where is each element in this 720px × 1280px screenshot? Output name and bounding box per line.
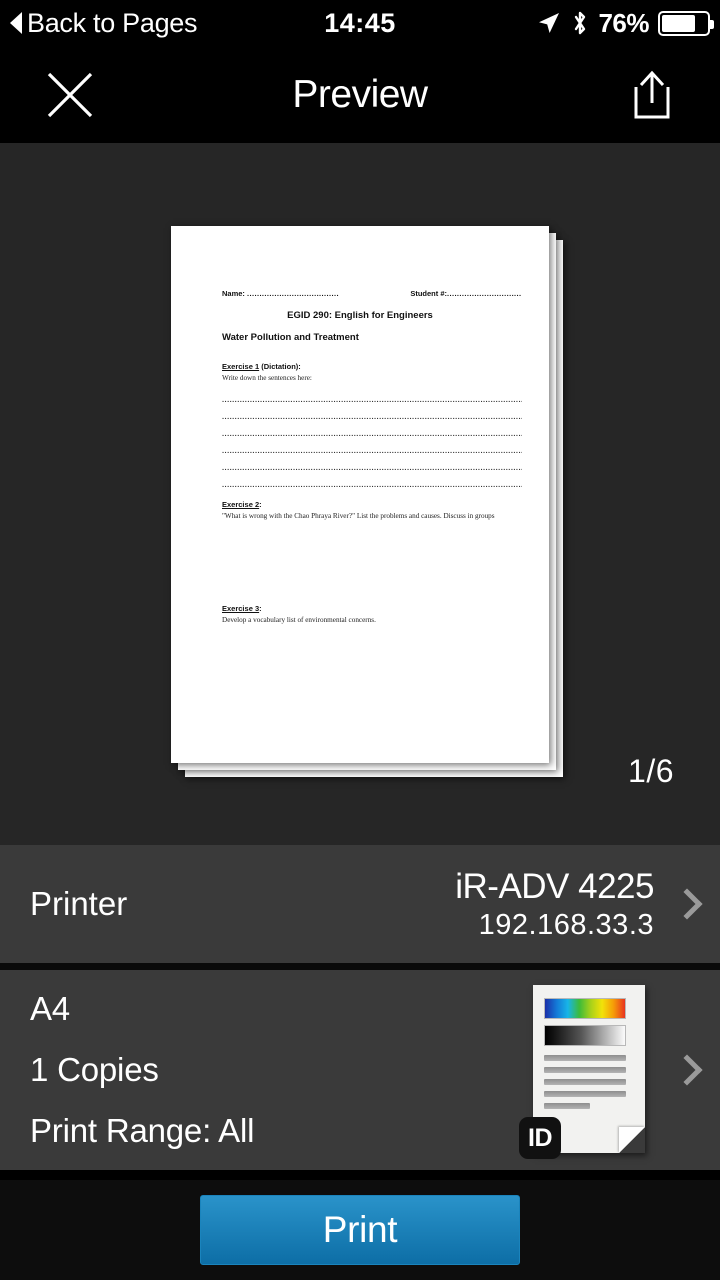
- dotted-answer-line: ........................................…: [222, 429, 522, 438]
- printer-name-value: iR-ADV 4225: [455, 866, 654, 906]
- exercise-2-heading: Exercise 2:: [222, 500, 262, 509]
- status-bar: Back to Pages 14:45 76%: [0, 0, 720, 46]
- exercise-2-body: "What is wrong with the Chao Phraya Rive…: [222, 512, 495, 520]
- exercise-3-body: Develop a vocabulary list of environment…: [222, 616, 376, 624]
- panel-divider: [0, 963, 720, 970]
- copies-value: 1 Copies: [30, 1051, 159, 1088]
- share-button[interactable]: [626, 66, 678, 124]
- chevron-right-icon: [674, 887, 694, 921]
- page-counter: 1/6: [628, 753, 674, 789]
- navigation-bar: Preview: [0, 46, 720, 143]
- student-number-field-label: Student #:..............................…: [410, 289, 522, 298]
- document-header-row: Name: ..................................…: [222, 289, 522, 298]
- thumbnail-text-line: [544, 1067, 626, 1073]
- document-content: Name: ..................................…: [171, 226, 549, 763]
- document-thumbnail: ID: [519, 985, 648, 1159]
- page-sheet-front[interactable]: Name: ..................................…: [171, 226, 549, 763]
- battery-icon: [658, 10, 714, 36]
- dotted-answer-line: ........................................…: [222, 395, 522, 404]
- thumbnail-text-lines: [544, 1055, 626, 1115]
- name-dots: ........................................: [247, 289, 340, 298]
- paper-size-value: A4: [30, 990, 70, 1027]
- page-title: Preview: [292, 72, 428, 116]
- share-upload-icon: [634, 70, 670, 118]
- print-action-bar: Print: [0, 1180, 720, 1280]
- document-topic-title: Water Pollution and Treatment: [222, 332, 359, 343]
- thumbnail-text-line: [544, 1055, 626, 1061]
- printer-row-label: Printer: [30, 885, 128, 922]
- chevron-right-icon: [674, 1053, 694, 1087]
- thumbnail-text-line: [544, 1103, 590, 1109]
- color-gradient-bar: [544, 998, 626, 1019]
- location-arrow-icon: [539, 13, 560, 33]
- document-preview-area[interactable]: Name: ..................................…: [0, 143, 720, 845]
- dotted-answer-line: ........................................…: [222, 463, 522, 472]
- dotted-answer-line: ........................................…: [222, 412, 522, 421]
- print-options-list: A4 1 Copies Print Range: All: [30, 990, 254, 1150]
- exercise-1-subtext: Write down the sentences here:: [222, 374, 312, 382]
- student-dots: ...................................: [447, 289, 522, 298]
- printer-ip-value: 192.168.33.3: [478, 908, 654, 941]
- battery-percent-label: 76%: [598, 7, 649, 38]
- print-button[interactable]: Print: [200, 1195, 520, 1265]
- exercise-3-heading: Exercise 3:: [222, 604, 262, 613]
- page-stack[interactable]: Name: ..................................…: [171, 226, 563, 777]
- print-range-value: Print Range: All: [30, 1112, 255, 1149]
- close-button[interactable]: [42, 67, 98, 123]
- printer-selection-row[interactable]: Printer iR-ADV 4225 192.168.33.3: [0, 845, 720, 963]
- thumbnail-text-line: [544, 1091, 626, 1097]
- exercise-1-heading: Exercise 1 (Dictation):: [222, 362, 301, 371]
- name-field-label: Name: ..................................…: [222, 289, 340, 298]
- back-to-pages-button[interactable]: Back to Pages: [10, 7, 198, 39]
- back-to-pages-label: Back to Pages: [27, 7, 198, 38]
- dotted-answer-line: ........................................…: [222, 446, 522, 455]
- status-bar-indicators: 76%: [536, 7, 714, 39]
- document-course-title: EGID 290: English for Engineers: [287, 310, 433, 321]
- back-triangle-icon: [10, 12, 22, 34]
- close-x-icon: [47, 72, 93, 117]
- print-options-row[interactable]: A4 1 Copies Print Range: All ID: [0, 970, 720, 1170]
- dotted-answer-line: ........................................…: [222, 480, 522, 489]
- thumbnail-text-line: [544, 1079, 626, 1085]
- bluetooth-icon: [575, 11, 586, 34]
- grayscale-gradient-bar: [544, 1025, 626, 1046]
- indesign-badge: ID: [519, 1117, 561, 1159]
- printer-details: iR-ADV 4225 192.168.33.3: [455, 867, 654, 942]
